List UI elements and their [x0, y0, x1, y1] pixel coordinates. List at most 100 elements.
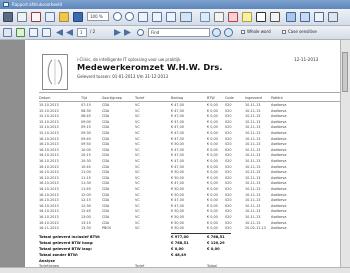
fullscreen-icon[interactable] — [42, 28, 51, 37]
first-page-icon[interactable] — [56, 29, 63, 36]
table-cell: 020 — [225, 131, 232, 135]
table-cell: 10-11-13 — [245, 203, 261, 208]
table-cell: € 0,00 — [207, 181, 218, 186]
zoom-select[interactable]: 100 % — [87, 12, 109, 21]
table-cell: 020 — [225, 215, 232, 219]
table-cell: € 0,00 — [207, 125, 218, 130]
header-divider — [39, 92, 341, 93]
table-cell: 10-11-13 — [245, 187, 261, 191]
page-total-label: / 2 — [90, 29, 96, 34]
edit-icon[interactable] — [200, 12, 210, 22]
table-cell: 10:15 — [81, 153, 91, 158]
window-title: Rapport afdrukvoorbeeld — [12, 2, 63, 7]
save-icon[interactable] — [73, 12, 83, 22]
table-cell: 15-10-2013 — [39, 103, 59, 107]
table-cell: Aselbeva — [271, 220, 287, 225]
parameters-icon[interactable] — [29, 28, 38, 37]
find-icon[interactable] — [137, 29, 144, 36]
table-cell: 16-10-2013 — [39, 136, 59, 141]
table-cell: VC — [135, 114, 140, 119]
total-amount-secondary: € 0,00 — [207, 246, 220, 251]
watermark-icon[interactable] — [300, 12, 310, 22]
table-cell: € 0,00 — [207, 147, 218, 152]
zoom-in-icon[interactable] — [113, 12, 122, 21]
table-cell: Aselbeva — [271, 142, 287, 147]
text-tool-icon[interactable] — [270, 12, 280, 22]
design-icon[interactable] — [45, 12, 55, 22]
title-bar: Rapport afdrukvoorbeeld — [0, 0, 350, 9]
table-cell: VC — [135, 215, 140, 219]
arrow-icon[interactable] — [214, 12, 224, 22]
table-cell: 16-10-2013 — [39, 153, 59, 158]
table-cell: VC — [135, 175, 140, 180]
table-cell: VC — [135, 181, 140, 186]
zoom-out-icon[interactable] — [125, 12, 134, 21]
page-setup-icon[interactable] — [17, 12, 27, 22]
table-cell: € 0,00 — [207, 131, 218, 135]
table-cell: 16-10-2013 — [39, 170, 59, 175]
pencil-icon[interactable] — [228, 12, 238, 22]
table-cell: € 47,00 — [171, 164, 184, 169]
table-cell: 16-10-2013 — [39, 203, 59, 208]
table-cell: Aselbeva — [271, 108, 287, 113]
table-cell: 020 — [225, 114, 232, 119]
page-number-input[interactable]: 1 — [77, 28, 87, 37]
email-icon[interactable] — [314, 12, 324, 22]
table-cell: 16-10-2013 — [39, 209, 59, 214]
settings-icon[interactable] — [328, 12, 338, 22]
table-cell: 10-11-13 — [245, 114, 261, 119]
table-cell: 020 — [225, 125, 232, 130]
table-cell: € 0,00 — [207, 226, 218, 231]
print-icon[interactable] — [3, 12, 13, 22]
preview-area[interactable]: i-Clinic, de intelligente IT oplossing v… — [0, 40, 343, 271]
table-cell: 020 — [225, 192, 232, 197]
table-cell: CDA — [102, 203, 110, 208]
image-icon[interactable] — [286, 12, 296, 22]
two-pages-icon[interactable] — [152, 12, 162, 22]
table-cell: Aselbeva — [271, 147, 287, 152]
table-cell: Aselbeva — [271, 125, 287, 130]
table-cell: 10-11-13 — [245, 170, 261, 175]
horizontal-scrollbar[interactable] — [0, 267, 350, 273]
table-cell: CDA — [102, 103, 110, 107]
find-next-icon[interactable] — [224, 28, 233, 37]
export-pdf-icon[interactable] — [31, 12, 41, 22]
vertical-scrollbar-thumb[interactable] — [342, 52, 348, 92]
table-cell: 16-10-2013 — [39, 187, 59, 191]
table-cell: 10-11-13 — [245, 159, 261, 163]
table-cell: € 0,00 — [207, 114, 218, 119]
rectangle-icon[interactable] — [256, 12, 266, 22]
find-previous-icon[interactable] — [212, 28, 221, 37]
column-header: BTW — [207, 96, 215, 100]
case-sensitive-checkbox[interactable] — [282, 30, 286, 34]
vertical-scrollbar[interactable] — [340, 40, 350, 268]
multi-page-icon[interactable] — [166, 12, 176, 22]
thumbnails-icon[interactable] — [3, 28, 12, 37]
whole-word-checkbox[interactable] — [241, 30, 245, 34]
bookmarks-icon[interactable] — [16, 28, 25, 37]
highlight-icon[interactable] — [242, 12, 252, 22]
table-cell: 10-11-13 — [245, 136, 261, 141]
table-cell: € 47,00 — [171, 153, 184, 158]
table-cell: Aselbeva — [271, 181, 287, 186]
table-cell: CDA — [102, 142, 110, 147]
open-folder-icon[interactable] — [59, 12, 69, 22]
last-page-icon[interactable] — [124, 29, 131, 36]
table-cell: 10-11-13 — [245, 103, 261, 107]
next-page-icon[interactable] — [114, 29, 121, 36]
table-cell: € 47,00 — [171, 136, 184, 141]
table-cell: € 47,00 — [171, 147, 184, 152]
prev-page-icon[interactable] — [66, 29, 73, 36]
grid-icon[interactable] — [180, 12, 192, 22]
table-cell: 13:00 — [81, 215, 91, 219]
table-cell: 020 — [225, 198, 232, 203]
table-cell: 10-11-13 — [245, 119, 261, 124]
table-cell: € 0,00 — [207, 203, 218, 208]
table-cell: 020 — [225, 175, 232, 180]
table-cell: 020 — [225, 136, 232, 141]
table-cell: VC — [135, 103, 140, 107]
table-cell: 020 — [225, 119, 232, 124]
table-cell: 09:50 — [81, 142, 91, 147]
find-input[interactable]: Find — [148, 28, 210, 37]
fit-page-icon[interactable] — [138, 12, 148, 22]
